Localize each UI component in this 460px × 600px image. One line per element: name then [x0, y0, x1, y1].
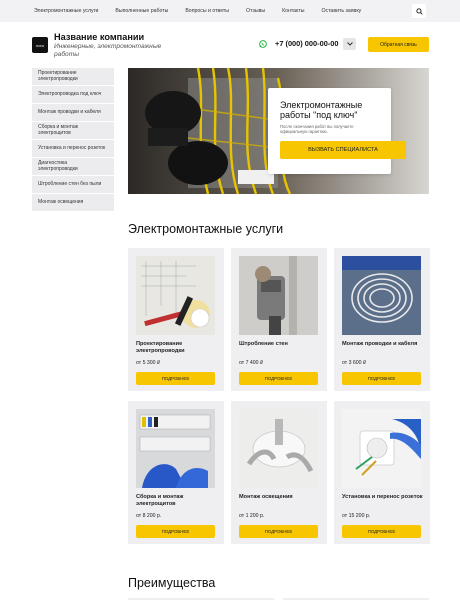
hero-card: Электромонтажные работы "под ключ" После…: [268, 88, 406, 174]
service-card-title: Монтаж освещения: [239, 494, 293, 500]
service-card[interactable]: Штробление стен от 7 400 ₽ ПОДРОБНЕЕ: [231, 248, 327, 391]
search-icon: [415, 7, 423, 15]
service-card-price: от 5 300 ₽: [136, 360, 161, 366]
service-card[interactable]: Монтаж освещения от 1 200 р. ПОДРОБНЕЕ: [231, 401, 327, 544]
sidebar-item-lighting[interactable]: Монтаж освещения: [32, 194, 114, 212]
service-more-button[interactable]: ПОДРОБНЕЕ: [136, 372, 215, 385]
chevron-down-icon: [346, 42, 353, 46]
logo[interactable]: лого: [32, 37, 48, 53]
service-card-price: от 7 400 ₽: [239, 360, 264, 366]
service-card-price: от 8 200 р.: [136, 513, 162, 519]
service-image-lighting: [239, 409, 318, 488]
sidebar-item-cable-install[interactable]: Монтаж проводки и кабеля: [32, 104, 114, 122]
phone-dropdown-button[interactable]: [343, 38, 356, 50]
company-tagline: Инженерные, электромонтажные работы: [54, 43, 162, 58]
service-card[interactable]: Монтаж проводки и кабеля от 3 600 ₽ ПОДР…: [334, 248, 430, 391]
phone-number[interactable]: +7 (000) 000-00-00: [275, 39, 338, 48]
advantages-heading: Преимущества: [128, 576, 216, 590]
service-image-wall-chasing: [239, 256, 318, 335]
topnav-link-services[interactable]: Электромонтажные услуги: [34, 8, 98, 14]
service-card[interactable]: Сборка и монтаж электрощитов от 8 200 р.…: [128, 401, 224, 544]
service-more-button[interactable]: ПОДРОБНЕЕ: [239, 372, 318, 385]
service-card-title: Установка и перенос розеток: [342, 494, 423, 500]
service-card-title: Штробление стен: [239, 341, 288, 347]
topnav-link-faq[interactable]: Вопросы и ответы: [185, 8, 229, 14]
service-image-panel-assembly: [136, 409, 215, 488]
sidebar-item-turnkey-wiring[interactable]: Электропроводка под ключ: [32, 86, 114, 104]
service-more-button[interactable]: ПОДРОБНЕЕ: [239, 525, 318, 538]
service-more-button[interactable]: ПОДРОБНЕЕ: [136, 525, 215, 538]
sidebar-menu: Проектирование электропроводки Электропр…: [32, 68, 114, 212]
service-card-price: от 3 600 ₽: [342, 360, 367, 366]
sidebar-item-wall-chasing[interactable]: Штробление стен без пыли: [32, 176, 114, 194]
service-more-button[interactable]: ПОДРОБНЕЕ: [342, 525, 421, 538]
hero-text: После окончания работ вы получаете офици…: [280, 124, 354, 134]
sidebar-item-diagnostics[interactable]: Диагностика электропроводки: [32, 158, 114, 176]
search-button[interactable]: [412, 4, 426, 18]
company-name: Название компании: [54, 32, 145, 42]
service-image-cable-install: [342, 256, 421, 335]
whatsapp-icon[interactable]: [259, 40, 267, 48]
topnav-link-works[interactable]: Выполненные работы: [115, 8, 168, 14]
service-card-title: Монтаж проводки и кабеля: [342, 341, 418, 347]
sidebar-item-sockets[interactable]: Установка и перенос розеток: [32, 140, 114, 158]
sidebar-item-wiring-design[interactable]: Проектирование электропроводки: [32, 68, 114, 86]
service-image-wiring-design: [136, 256, 215, 335]
service-card[interactable]: Проектирование электропроводки от 5 300 …: [128, 248, 224, 391]
top-nav-menu: Электромонтажные услуги Выполненные рабо…: [34, 0, 361, 22]
topnav-link-request[interactable]: Оставить заявку: [321, 8, 361, 14]
topnav-link-reviews[interactable]: Отзывы: [246, 8, 265, 14]
services-heading: Электромонтажные услуги: [128, 222, 284, 236]
topnav-link-contacts[interactable]: Контакты: [282, 8, 304, 14]
service-more-button[interactable]: ПОДРОБНЕЕ: [342, 372, 421, 385]
sidebar-item-panel-assembly[interactable]: Сборка и монтаж электрощитов: [32, 122, 114, 140]
service-card-title: Проектирование электропроводки: [136, 341, 185, 354]
callback-button[interactable]: Обратная связь: [368, 37, 429, 52]
hero-title: Электромонтажные работы "под ключ": [280, 100, 363, 120]
service-card-price: от 15 200 р.: [342, 513, 371, 519]
service-card[interactable]: Установка и перенос розеток от 15 200 р.…: [334, 401, 430, 544]
service-card-title: Сборка и монтаж электрощитов: [136, 494, 184, 507]
top-navigation-bar: Электромонтажные услуги Выполненные рабо…: [0, 0, 460, 22]
call-specialist-button[interactable]: ВЫЗВАТЬ СПЕЦИАЛИСТА: [280, 141, 406, 159]
service-image-sockets: [342, 409, 421, 488]
service-card-price: от 1 200 р.: [239, 513, 265, 519]
